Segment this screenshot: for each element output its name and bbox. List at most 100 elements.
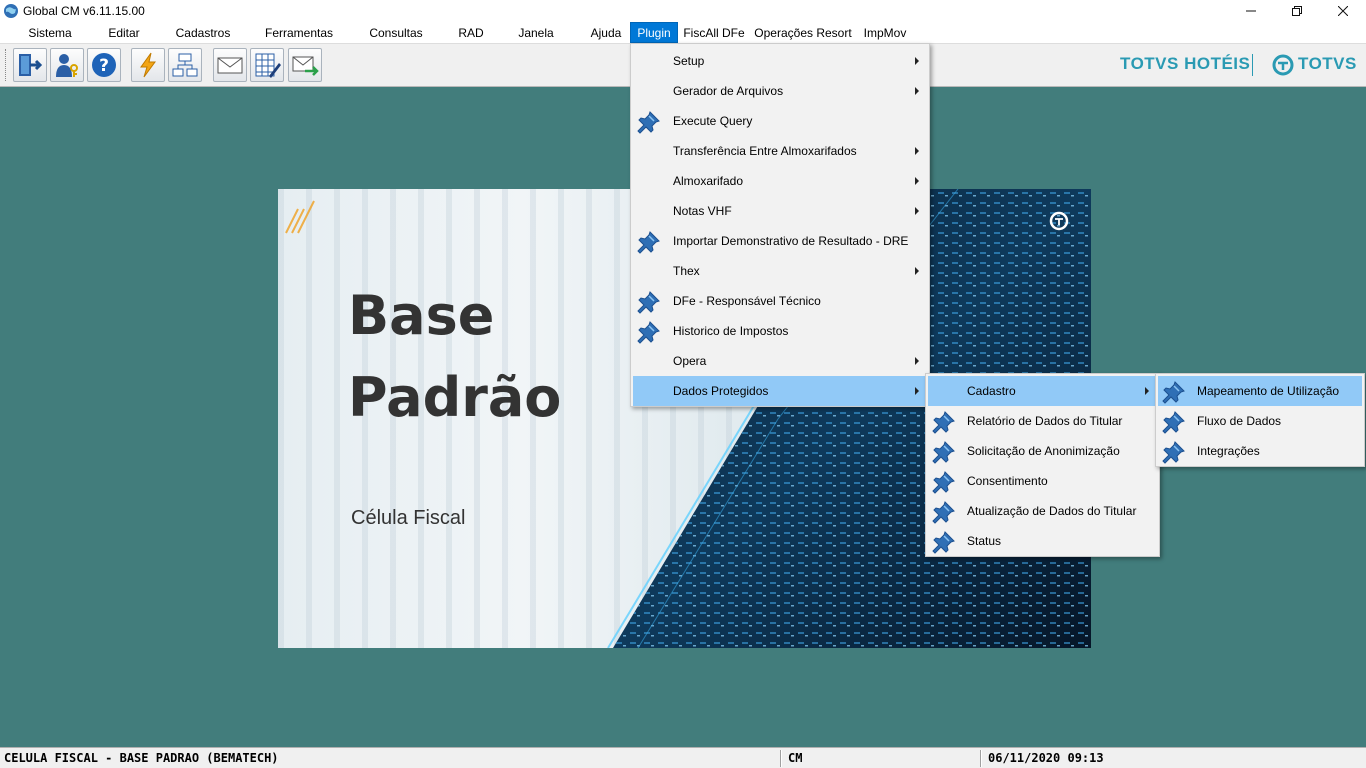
- dados-protegidos-item-consentimento[interactable]: Consentimento: [928, 466, 1157, 496]
- cadastro-item-mapeamento-de-utilizacao[interactable]: Mapeamento de Utilização: [1158, 376, 1362, 406]
- network-button[interactable]: [168, 48, 202, 82]
- plugin-menu-item-transferencia-entre-almoxarifados[interactable]: Transferência Entre Almoxarifados: [633, 136, 927, 166]
- menu-item-label: Cadastro: [967, 384, 1016, 398]
- pin-icon: [1162, 441, 1185, 464]
- close-icon: [1338, 6, 1348, 16]
- submenu-arrow-icon: [1145, 387, 1149, 395]
- dados-protegidos-item-atualizacao-de-dados-do-titular[interactable]: Atualização de Dados do Titular: [928, 496, 1157, 526]
- plugin-menu-item-thex[interactable]: Thex: [633, 256, 927, 286]
- submenu-arrow-icon: [915, 87, 919, 95]
- minimize-button[interactable]: [1228, 0, 1274, 22]
- pin-icon: [932, 411, 955, 434]
- spreadsheet-edit-icon: [255, 53, 281, 78]
- menu-item-label: Historico de Impostos: [673, 324, 789, 338]
- menu-item-label: Dados Protegidos: [673, 384, 769, 398]
- dados-protegidos-item-relatorio-de-dados-do-titular[interactable]: Relatório de Dados do Titular: [928, 406, 1157, 436]
- globe-app-icon: [4, 4, 18, 18]
- help-button[interactable]: ?: [87, 48, 121, 82]
- status-datetime: 06/11/2020 09:13: [988, 751, 1104, 765]
- user-key-icon: [56, 54, 78, 77]
- help-icon: ?: [92, 53, 116, 77]
- brand-separator: [1252, 54, 1253, 76]
- menu-item-label: Relatório de Dados do Titular: [967, 414, 1123, 428]
- mail-send-button[interactable]: [288, 48, 322, 82]
- menu-cadastros[interactable]: Cadastros: [148, 22, 258, 43]
- menu-rad[interactable]: RAD: [452, 22, 490, 43]
- toolbar-grip[interactable]: [5, 49, 8, 81]
- plugin-menu-item-dfe-responsavel-tecnico[interactable]: DFe - Responsável Técnico: [633, 286, 927, 316]
- menu-operacoes-resort[interactable]: Operações Resort: [750, 22, 856, 43]
- menu-item-label: Mapeamento de Utilização: [1197, 384, 1340, 398]
- mail-button[interactable]: [213, 48, 247, 82]
- plugin-menu-item-importar-demonstrativo-de-resultado-dre[interactable]: Importar Demonstrativo de Resultado - DR…: [633, 226, 927, 256]
- menu-item-label: Solicitação de Anonimização: [967, 444, 1120, 458]
- menu-item-label: Opera: [673, 354, 707, 368]
- menu-item-label: Fluxo de Dados: [1197, 414, 1282, 428]
- plugin-menu-item-opera[interactable]: Opera: [633, 346, 927, 376]
- pin-icon: [637, 231, 660, 254]
- submenu-arrow-icon: [915, 177, 919, 185]
- plugin-menu-item-dados-protegidos[interactable]: Dados Protegidos: [633, 376, 927, 406]
- cadastro-item-fluxo-de-dados[interactable]: Fluxo de Dados: [1158, 406, 1362, 436]
- submenu-arrow-icon: [915, 387, 919, 395]
- menu-item-label: DFe - Responsável Técnico: [673, 294, 821, 308]
- dados-protegidos-submenu: Cadastro Relatório de Dados do Titular Sol…: [925, 373, 1160, 557]
- pin-icon: [932, 501, 955, 524]
- plugin-menu-item-setup[interactable]: Setup: [633, 46, 927, 76]
- menu-janela[interactable]: Janela: [490, 22, 582, 43]
- submenu-arrow-icon: [915, 57, 919, 65]
- plugin-menu-item-gerador-de-arquivos[interactable]: Gerador de Arquivos: [633, 76, 927, 106]
- lightning-button[interactable]: [131, 48, 165, 82]
- pin-icon: [1162, 411, 1185, 434]
- network-icon: [172, 53, 198, 77]
- plugin-menu: Setup Gerador de Arquivos Execute Query Tra…: [630, 43, 930, 407]
- window-title: Global CM v6.11.15.00: [23, 4, 145, 18]
- menu-plugin[interactable]: Plugin: [630, 22, 678, 43]
- submenu-arrow-icon: [915, 207, 919, 215]
- menu-item-label: Atualização de Dados do Titular: [967, 504, 1137, 518]
- menu-item-label: Gerador de Arquivos: [673, 84, 784, 98]
- plugin-menu-item-execute-query[interactable]: Execute Query: [633, 106, 927, 136]
- dados-protegidos-item-status[interactable]: Status: [928, 526, 1157, 556]
- menu-editar[interactable]: Editar: [100, 22, 148, 43]
- restore-icon: [1292, 6, 1302, 16]
- menu-impmov[interactable]: ImpMov: [856, 22, 914, 43]
- submenu-arrow-icon: [915, 357, 919, 365]
- menu-ajuda[interactable]: Ajuda: [582, 22, 630, 43]
- menu-consultas[interactable]: Consultas: [340, 22, 452, 43]
- submenu-arrow-icon: [915, 267, 919, 275]
- status-database: CELULA FISCAL - BASE PADRAO (BEMATECH): [4, 751, 279, 765]
- plugin-menu-item-notas-vhf[interactable]: Notas VHF: [633, 196, 927, 226]
- exit-button[interactable]: [13, 48, 47, 82]
- title-bar: Global CM v6.11.15.00: [0, 0, 1366, 22]
- spreadsheet-edit-button[interactable]: [250, 48, 284, 82]
- menu-item-label: Setup: [673, 54, 705, 68]
- close-button[interactable]: [1320, 0, 1366, 22]
- menu-item-label: Almoxarifado: [673, 174, 744, 188]
- cadastro-item-integracoes[interactable]: Integrações: [1158, 436, 1362, 466]
- menu-item-label: Importar Demonstrativo de Resultado - DR…: [673, 234, 909, 248]
- menu-ferramentas[interactable]: Ferramentas: [258, 22, 340, 43]
- totvs-logo-icon: [1272, 54, 1294, 76]
- dados-protegidos-item-solicitacao-de-anonimizacao[interactable]: Solicitação de Anonimização: [928, 436, 1157, 466]
- user-key-button[interactable]: [50, 48, 84, 82]
- pin-icon: [637, 321, 660, 344]
- banner-title-line2: Padrão: [348, 366, 562, 429]
- restore-button[interactable]: [1274, 0, 1320, 22]
- plugin-menu-item-historico-de-impostos[interactable]: Historico de Impostos: [633, 316, 927, 346]
- menu-item-label: Thex: [673, 264, 700, 278]
- lightning-icon: [140, 52, 156, 78]
- menu-sistema[interactable]: Sistema: [0, 22, 100, 43]
- dados-protegidos-item-cadastro[interactable]: Cadastro: [928, 376, 1157, 406]
- brand-totvs: TOTVS: [1298, 54, 1357, 73]
- status-bar: CELULA FISCAL - BASE PADRAO (BEMATECH) C…: [0, 747, 1366, 768]
- status-divider: [980, 750, 982, 767]
- menu-item-label: Integrações: [1197, 444, 1260, 458]
- plugin-menu-item-almoxarifado[interactable]: Almoxarifado: [633, 166, 927, 196]
- menu-item-label: Notas VHF: [673, 204, 732, 218]
- submenu-arrow-icon: [915, 147, 919, 155]
- pin-icon: [932, 531, 955, 554]
- pin-icon: [637, 111, 660, 134]
- menu-fiscall-dfe[interactable]: FiscAll DFe: [678, 22, 750, 43]
- exit-icon: [19, 54, 43, 76]
